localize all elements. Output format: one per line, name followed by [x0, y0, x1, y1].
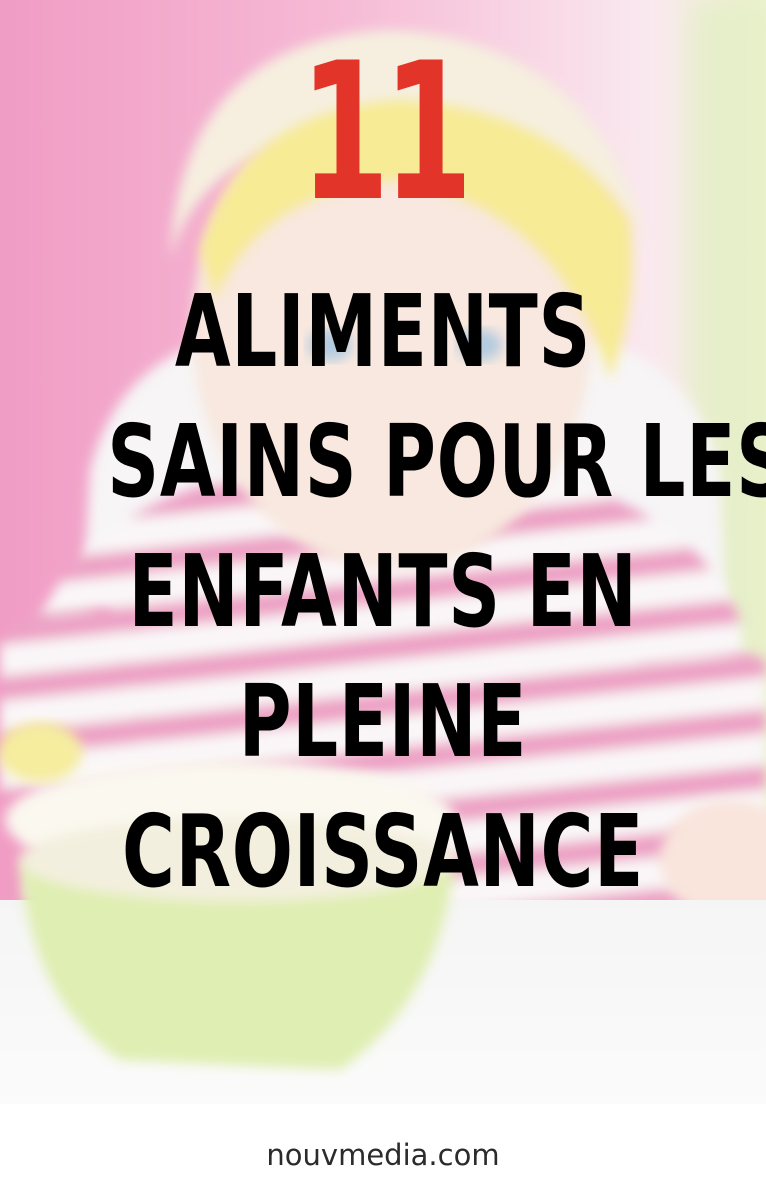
title-line: SAINS POUR LES	[107, 403, 766, 520]
title-line: ENFANTS EN	[128, 533, 638, 650]
title-line: PLEINE	[238, 663, 528, 780]
title-line: ALIMENTS	[174, 273, 592, 390]
footer: nouvmedia.com	[0, 1104, 766, 1188]
headline-title: ALIMENTS SAINS POUR LES ENFANTS EN PLEIN…	[0, 282, 766, 932]
site-name: nouvmedia.com	[266, 1138, 500, 1172]
title-line: CROISSANCE	[122, 793, 644, 910]
headline-number: 11	[299, 22, 473, 243]
